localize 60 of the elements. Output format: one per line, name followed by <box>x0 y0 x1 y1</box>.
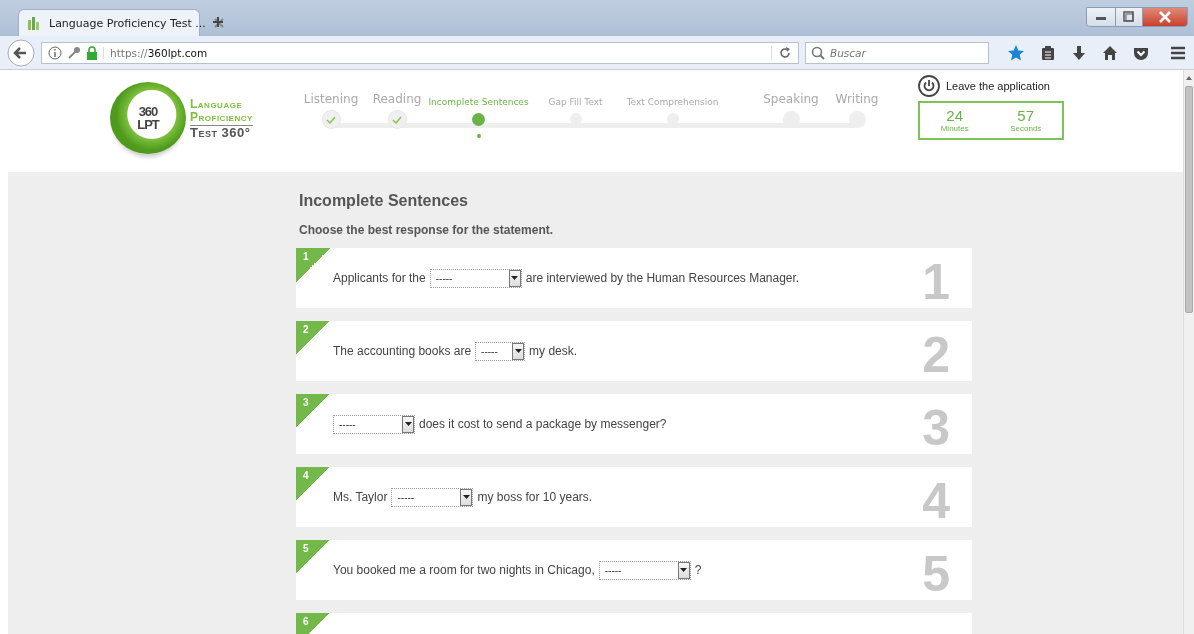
minimize-icon[interactable] <box>1087 8 1116 26</box>
current-step-indicator <box>476 134 481 138</box>
answer-dropdown[interactable]: ----- <box>475 341 526 361</box>
question-number: 3 <box>296 394 330 428</box>
info-icon <box>48 45 62 60</box>
search-field[interactable]: Buscar <box>805 41 989 64</box>
sentence-text: Ms. Taylor <box>333 490 388 504</box>
home-icon[interactable] <box>1102 44 1118 61</box>
caret-icon <box>508 269 521 287</box>
check-icon <box>392 115 402 124</box>
power-icon[interactable] <box>918 75 940 97</box>
padlock-icon <box>86 45 98 60</box>
timer-label: Seconds <box>1010 124 1042 133</box>
caret-icon <box>677 561 690 579</box>
question-number: 5 <box>296 540 330 574</box>
check-icon <box>326 115 336 124</box>
sentence-text: are interviewed by the Human Resources Manager. <box>525 271 800 285</box>
section-title: Incomplete Sentences <box>299 192 469 210</box>
sentence-text: my desk. <box>529 344 578 358</box>
caret-icon <box>512 342 525 360</box>
logo-text: LPT <box>137 118 159 131</box>
logo-text: Test 360° <box>190 125 252 139</box>
sentence-text: ? <box>694 563 702 577</box>
logo-text: Proficiency <box>190 110 253 126</box>
leave-link[interactable]: Leave the application <box>946 80 1050 92</box>
answer-dropdown[interactable]: ----- <box>391 487 474 507</box>
restore-icon[interactable] <box>1116 8 1143 26</box>
timer-value: 57 <box>1017 108 1035 124</box>
caret-icon <box>460 488 473 506</box>
sentence-text: does it cost to send a package by messenger? <box>419 417 667 431</box>
logo-text: 360 <box>138 105 158 118</box>
sentence-text: You booked me a room for two nights in Chicago, <box>333 563 595 577</box>
sentence-text: my boss for 10 years. <box>477 490 593 504</box>
download-arrow-icon[interactable] <box>1071 44 1087 61</box>
logo-text: Language <box>190 97 244 111</box>
reload-icon[interactable] <box>771 45 792 60</box>
menu-icon[interactable] <box>1170 44 1186 61</box>
caret-icon <box>402 415 414 433</box>
close-icon[interactable] <box>1143 8 1187 26</box>
bar-chart-icon <box>27 16 41 30</box>
answer-dropdown[interactable]: ----- <box>598 560 691 580</box>
question-number: 2 <box>296 321 330 355</box>
question-number: 1 <box>296 248 330 282</box>
scrollbar[interactable] <box>1183 70 1194 634</box>
answer-dropdown[interactable]: ----- <box>333 414 415 434</box>
search-icon <box>811 45 825 60</box>
sentence-text: The accounting books are <box>333 344 472 358</box>
address-bar[interactable]: https://360lpt.com <box>41 41 799 64</box>
timer-value: 24 <box>946 108 964 124</box>
key-icon <box>67 45 81 60</box>
instruction-text: Choose the best response for the statement. <box>299 223 555 237</box>
url-text: https://360lpt.com <box>103 46 766 59</box>
tab-title: Language Proficiency Test ... <box>49 16 206 30</box>
question-number: 6 <box>296 613 330 634</box>
clipboard-icon[interactable] <box>1040 44 1056 61</box>
star-icon[interactable] <box>1007 43 1025 62</box>
timer-label: Minutes <box>940 124 969 133</box>
answer-dropdown[interactable]: ----- <box>429 268 522 288</box>
question-number: 4 <box>296 467 330 501</box>
sentence-text: Applicants for the <box>333 271 426 285</box>
